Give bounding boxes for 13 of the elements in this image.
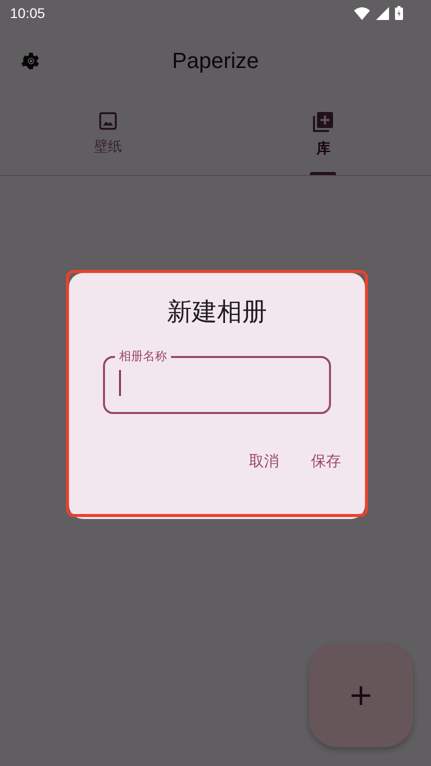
album-name-field[interactable]: 相册名称 bbox=[103, 348, 331, 414]
status-time: 10:05 bbox=[10, 5, 46, 21]
library-add-icon bbox=[311, 110, 336, 134]
battery-icon bbox=[395, 6, 403, 20]
dialog-button[interactable]: 取消 bbox=[247, 450, 281, 473]
tab[interactable]: 库 bbox=[216, 96, 431, 175]
signal-icon bbox=[376, 6, 389, 20]
dialog-button[interactable]: 保存 bbox=[309, 450, 343, 473]
image-icon bbox=[96, 110, 119, 132]
add-button[interactable]: + bbox=[309, 643, 413, 747]
app-title: Paperize bbox=[172, 48, 259, 74]
dialog-title: 新建相册 bbox=[167, 296, 267, 328]
wifi-icon bbox=[354, 6, 370, 20]
